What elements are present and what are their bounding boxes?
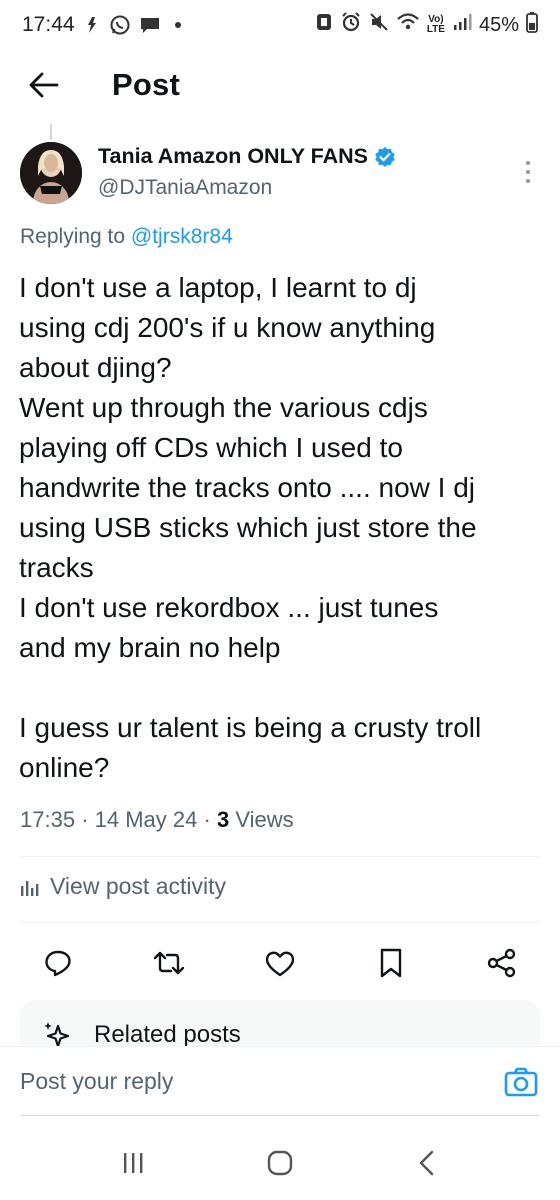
related-posts-section[interactable]: Related posts [20,1000,540,1048]
avatar-image [20,142,82,204]
post-text-line: using USB sticks which just store the [19,512,477,543]
post-text-line: playing off CDs which I used to [19,432,403,463]
more-dot-icon [526,170,530,174]
post-text-line: handwrite the tracks onto .... now I dj [19,472,476,503]
retweet-button[interactable] [149,938,189,988]
sparkle-icon [44,1022,70,1048]
like-button[interactable] [260,938,300,988]
like-icon [265,951,295,977]
post-text: I don't use a laptop, I learnt to dj usin… [19,268,543,788]
activity-label: View post activity [50,873,226,899]
arrow-left-icon [29,72,59,98]
status-bar: 17:44 Vo) LTE 45% [0,0,560,50]
sync-icon [315,12,333,38]
lte-text: LTE [426,24,445,35]
share-button[interactable] [482,938,522,988]
status-right: Vo) LTE 45% [315,11,538,39]
analytics-icon [21,880,39,896]
post-text-line: I guess ur talent is being a crusty trol… [19,712,482,743]
views-label: Views [235,807,294,832]
more-options-button[interactable] [516,152,540,192]
battery-icon [526,11,538,39]
reply-icon [45,950,71,977]
page-title: Post [112,67,180,102]
signal-icon [452,12,472,38]
alarm-icon [340,11,362,39]
camera-icon [504,1067,538,1097]
bookmark-icon [380,948,402,978]
replying-to: Replying to @tjrsk8r84 [20,225,233,249]
post-text-line: online? [19,752,110,783]
status-time: 17:44 [22,13,75,36]
avatar[interactable] [20,142,82,204]
status-left: 17:44 [22,13,181,37]
verified-badge-icon [375,146,395,167]
post-text-line: I don't use a laptop, I learnt to dj [19,272,417,303]
post-meta: 17:35 · 14 May 24 · 3 Views [20,807,294,833]
divider [20,856,540,857]
back-button[interactable] [14,55,74,115]
author-name[interactable]: Tania Amazon ONLY FANS [98,144,368,169]
action-bar [20,938,540,988]
post-author: Tania Amazon ONLY FANS @DJTaniaAmazon [20,142,540,212]
recent-apps-button[interactable] [103,1133,163,1193]
home-button[interactable] [250,1133,310,1193]
whatsapp-icon [109,14,131,36]
related-posts-header: Related posts [42,1020,241,1048]
replying-prefix: Replying to [20,225,131,248]
chevron-left-icon [419,1150,433,1175]
thread-line [50,124,52,140]
post-text-line: tracks [19,552,94,583]
battery-level: 45% [478,13,519,36]
post-text-line: about djing? [19,352,172,383]
meta-separator: · [81,807,89,832]
views-count: 3 [216,807,230,832]
post-text-line: using cdj 200's if u know anything [19,312,436,343]
related-posts-label: Related posts [94,1021,241,1048]
bookmark-button[interactable] [371,938,411,988]
reply-input[interactable] [20,1059,480,1103]
meta-separator: · [203,807,211,832]
share-icon [487,948,516,978]
post-text-line: Went up through the various cdjs [19,392,428,423]
author-name-row: Tania Amazon ONLY FANS [98,144,396,169]
more-dot-icon [526,179,530,183]
status-dot-icon [174,22,181,28]
camera-button[interactable] [504,1067,540,1099]
divider [20,922,540,923]
replying-handle-link[interactable]: @tjrsk8r84 [131,225,233,248]
header: Post [0,52,560,118]
view-post-activity-button[interactable]: View post activity [20,873,226,900]
more-dot-icon [526,161,530,165]
post-text-line: and my brain no help [19,632,281,663]
home-icon [267,1150,293,1175]
message-icon [139,14,161,36]
post-text-line: I don't use rekordbox ... just tunes [19,592,439,623]
reply-bar [0,1046,560,1116]
notification-icon [83,15,101,35]
author-handle[interactable]: @DJTaniaAmazon [98,176,272,200]
recent-apps-icon [124,1152,143,1173]
volte-indicator: Vo) LTE [427,15,445,35]
post-time: 17:35 [20,807,76,832]
system-back-button[interactable] [397,1133,457,1193]
mute-icon [369,12,389,38]
retweet-icon [153,951,185,975]
reply-underline [20,1115,540,1116]
wifi-icon [396,12,420,38]
post-date: 14 May 24 [94,807,198,832]
system-nav-bar [0,1125,560,1200]
reply-button[interactable] [38,938,78,988]
